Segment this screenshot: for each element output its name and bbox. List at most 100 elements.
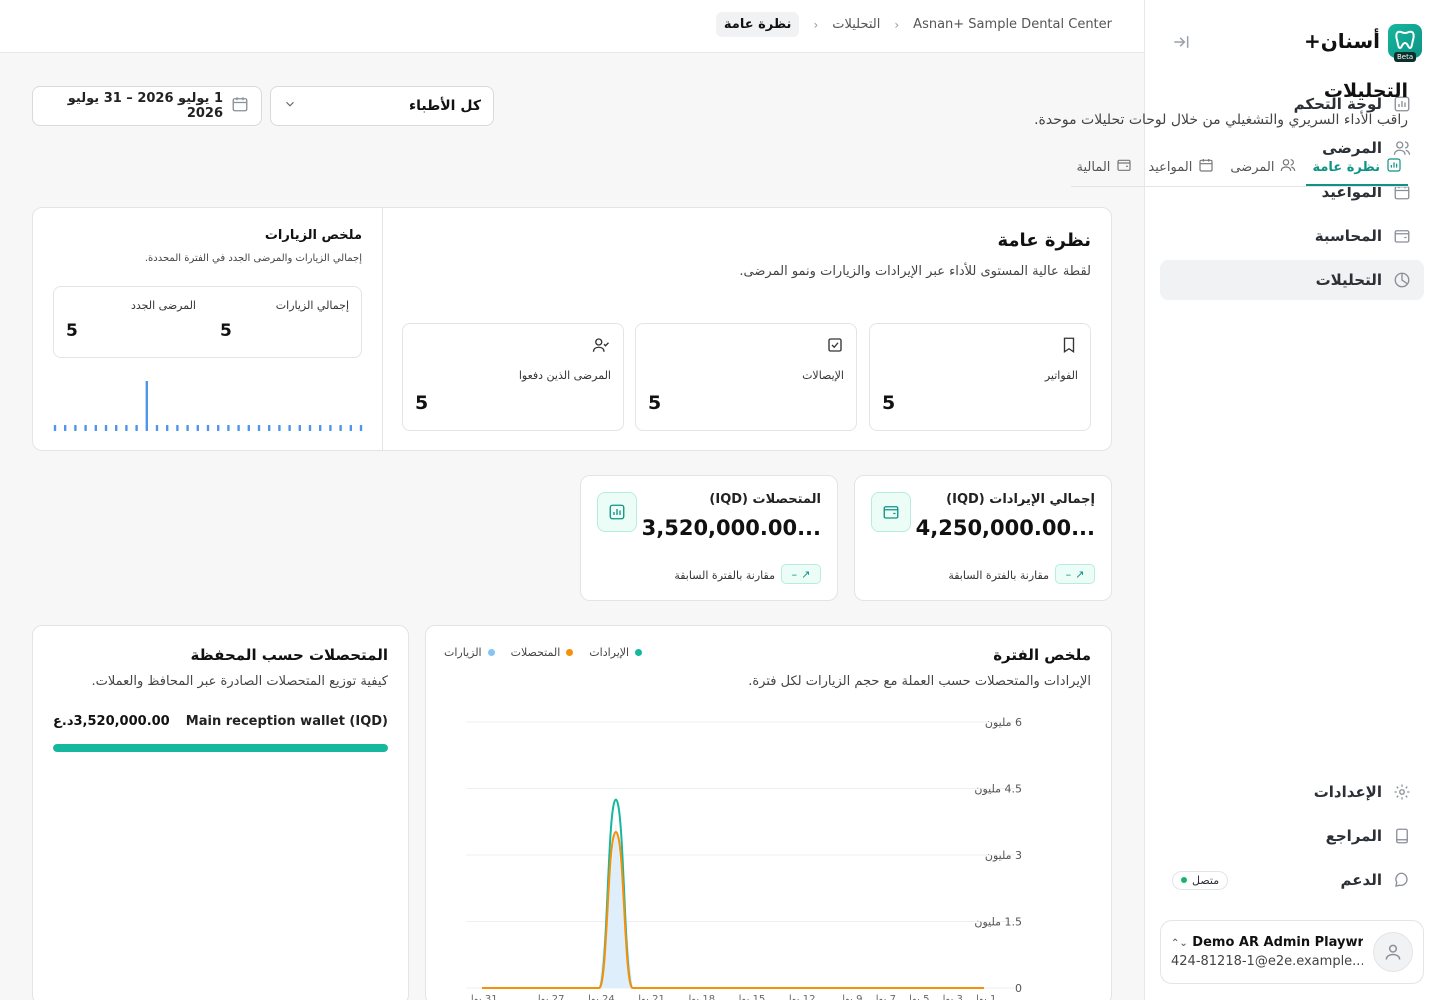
trend-badge: ↗ – [1055,564,1095,584]
date-range-picker[interactable]: 1 يوليو 2026 – 31 يوليو 2026 [32,86,262,126]
pie-chart-icon [1392,270,1412,290]
sparkline-bar [217,425,220,431]
tab-patients[interactable]: المرضى [1224,150,1302,186]
sidebar-bottom-nav: الإعدادات المراجع الدعم متصل [1160,772,1424,904]
kpi-title: إجمالي الإيرادات (IQD) [946,492,1095,507]
breadcrumb-overview: نظرة عامة [715,12,800,37]
tab-finance[interactable]: المالية [1071,150,1139,186]
chart-legend: الإيرادات المتحصلات الزيارات [444,646,643,659]
user-info: ⌃⌄ Demo AR Admin Playwright 424-81218-1@… [1171,935,1363,969]
kpi-title: المتحصلات (IQD) [709,492,821,507]
sidebar-item-label: المراجع [1325,827,1382,845]
visits-sparkline [53,381,363,431]
metric-label: المرضى الذين دفعوا [518,369,611,382]
sparkline-bar [268,425,271,431]
sparkline-bar [288,425,291,431]
user-menu[interactable]: ⌃⌄ Demo AR Admin Playwright 424-81218-1@… [1160,920,1424,984]
visits-stats-box: إجمالي الزيارات 5 المرضى الجدد 5 [53,286,362,358]
sparkline-bar [155,425,159,431]
doctor-select[interactable]: كل الأطباء [270,86,494,126]
y-tick-label: 6 مليون [985,716,1022,729]
user-name-text: Demo AR Admin Playwright [1192,935,1363,950]
sparkline-bar [308,425,312,431]
sparkline-bar [94,425,97,431]
kpi-compare-label: مقارنة بالفترة السابقة [674,569,775,582]
sidebar-item-label: التحليلات [1315,271,1382,289]
breadcrumb-clinic[interactable]: Asnan+ Sample Dental Center [913,17,1112,32]
calendar-icon [1198,157,1214,177]
sidebar-item-analytics[interactable]: التحليلات [1160,260,1424,300]
sidebar-item-settings[interactable]: الإعدادات [1160,772,1424,812]
analytics-tabs: نظرة عامة المرضى المواعيد المالية [1070,150,1408,187]
series-revenue-line [482,798,984,989]
wallet-icon [1116,157,1132,177]
tab-overview[interactable]: نظرة عامة [1306,150,1408,186]
sparkline-bar [64,425,67,431]
legend-dot-icon [635,649,643,656]
sidebar-item-references[interactable]: المراجع [1160,816,1424,856]
sparkline-bar [227,425,230,431]
sparkline-bar [135,425,138,431]
x-tick-label: 1 يول [972,994,997,1000]
y-tick-label: 4.5 مليون [974,783,1022,796]
period-summary-card: ملخص الفترة الإيرادات والمتحصلات حسب الع… [425,625,1112,1000]
bookmark-icon [1060,336,1078,358]
x-tick-label: 31 يول [466,994,497,1000]
avatar [1373,932,1413,972]
visits-summary-subtitle: إجمالي الزيارات والمرضى الجدد في الفترة … [144,253,362,264]
sidebar-item-accounting[interactable]: المحاسبة [1160,216,1424,256]
legend-revenue[interactable]: الإيرادات [589,646,643,659]
trend-arrow-icon: ↗ [801,567,811,581]
brand[interactable]: Beta أسنان+ [1304,24,1422,62]
overview-card: نظرة عامة لقطة عالية المستوى للأداء عبر … [32,207,1112,451]
new-patients-label: المرضى الجدد [130,299,196,312]
y-tick-label: 0 [1015,982,1022,995]
tab-label: المواعيد [1148,159,1193,175]
legend-dot-icon [566,649,574,656]
period-chart: 0 1.5 مليون 3 مليون 4.5 مليون 6 مليون 1 يول 3 … [466,716,1022,1000]
sparkline-bar [206,425,210,431]
sidebar-item-support[interactable]: الدعم متصل [1160,860,1424,900]
x-tick-label: 27 يول [533,994,564,1000]
sparkline-bar [145,381,148,431]
legend-label: الإيرادات [589,646,630,659]
sparkline-bar [125,425,128,431]
total-visits-value: 5 [220,321,232,341]
wallet-icon [871,492,911,532]
legend-label: المتحصلات [510,646,561,659]
x-tick-label: 21 يول [634,994,665,1000]
sparkline-bar [104,425,108,431]
kpi-total-revenue: إجمالي الإيرادات (IQD) 4,250,000.00... ↗… [854,475,1112,601]
sparkline-bar [84,425,87,431]
x-tick-label: 24 يول [584,994,615,1000]
legend-visits[interactable]: الزيارات [444,646,495,659]
breadcrumb: Asnan+ Sample Dental Center ‹ التحليلات … [715,12,1112,37]
collapse-sidebar-icon[interactable] [1169,30,1193,54]
new-patients-value: 5 [66,321,78,341]
wallet-share-bar [53,744,388,752]
tab-appointments[interactable]: المواعيد [1142,150,1220,186]
sidebar-item-label: المحاسبة [1314,227,1382,245]
sparkline-bar [186,425,189,431]
wallet-card-title: المتحصلات حسب المحفظة [190,646,388,664]
sidebar-item-label: الدعم [1340,871,1382,889]
user-email: 424-81218-1@e2e.example... [1171,954,1363,969]
wallet-icon [1392,226,1412,246]
metric-value: 5 [648,392,662,414]
sparkline-bar [176,425,179,431]
online-dot-icon [1181,877,1187,883]
legend-collections[interactable]: المتحصلات [511,646,574,659]
chevron-left-icon: ‹ [813,17,819,32]
metric-paid-patients: المرضى الذين دفعوا 5 [402,323,624,431]
trend-delta: – [791,567,798,581]
book-icon [1392,826,1412,846]
overview-subtitle: لقطة عالية المستوى للأداء عبر الإيرادات … [739,264,1091,279]
breadcrumb-analytics[interactable]: التحليلات [832,17,880,32]
status-badge: متصل [1172,870,1229,890]
sparkline-bar [196,425,199,431]
legend-dot-icon [487,649,495,656]
user-check-icon [591,336,611,358]
check-square-icon [826,336,844,358]
metric-receipts: الإيصالات 5 [635,323,857,431]
metric-label: الفواتير [1044,369,1078,382]
